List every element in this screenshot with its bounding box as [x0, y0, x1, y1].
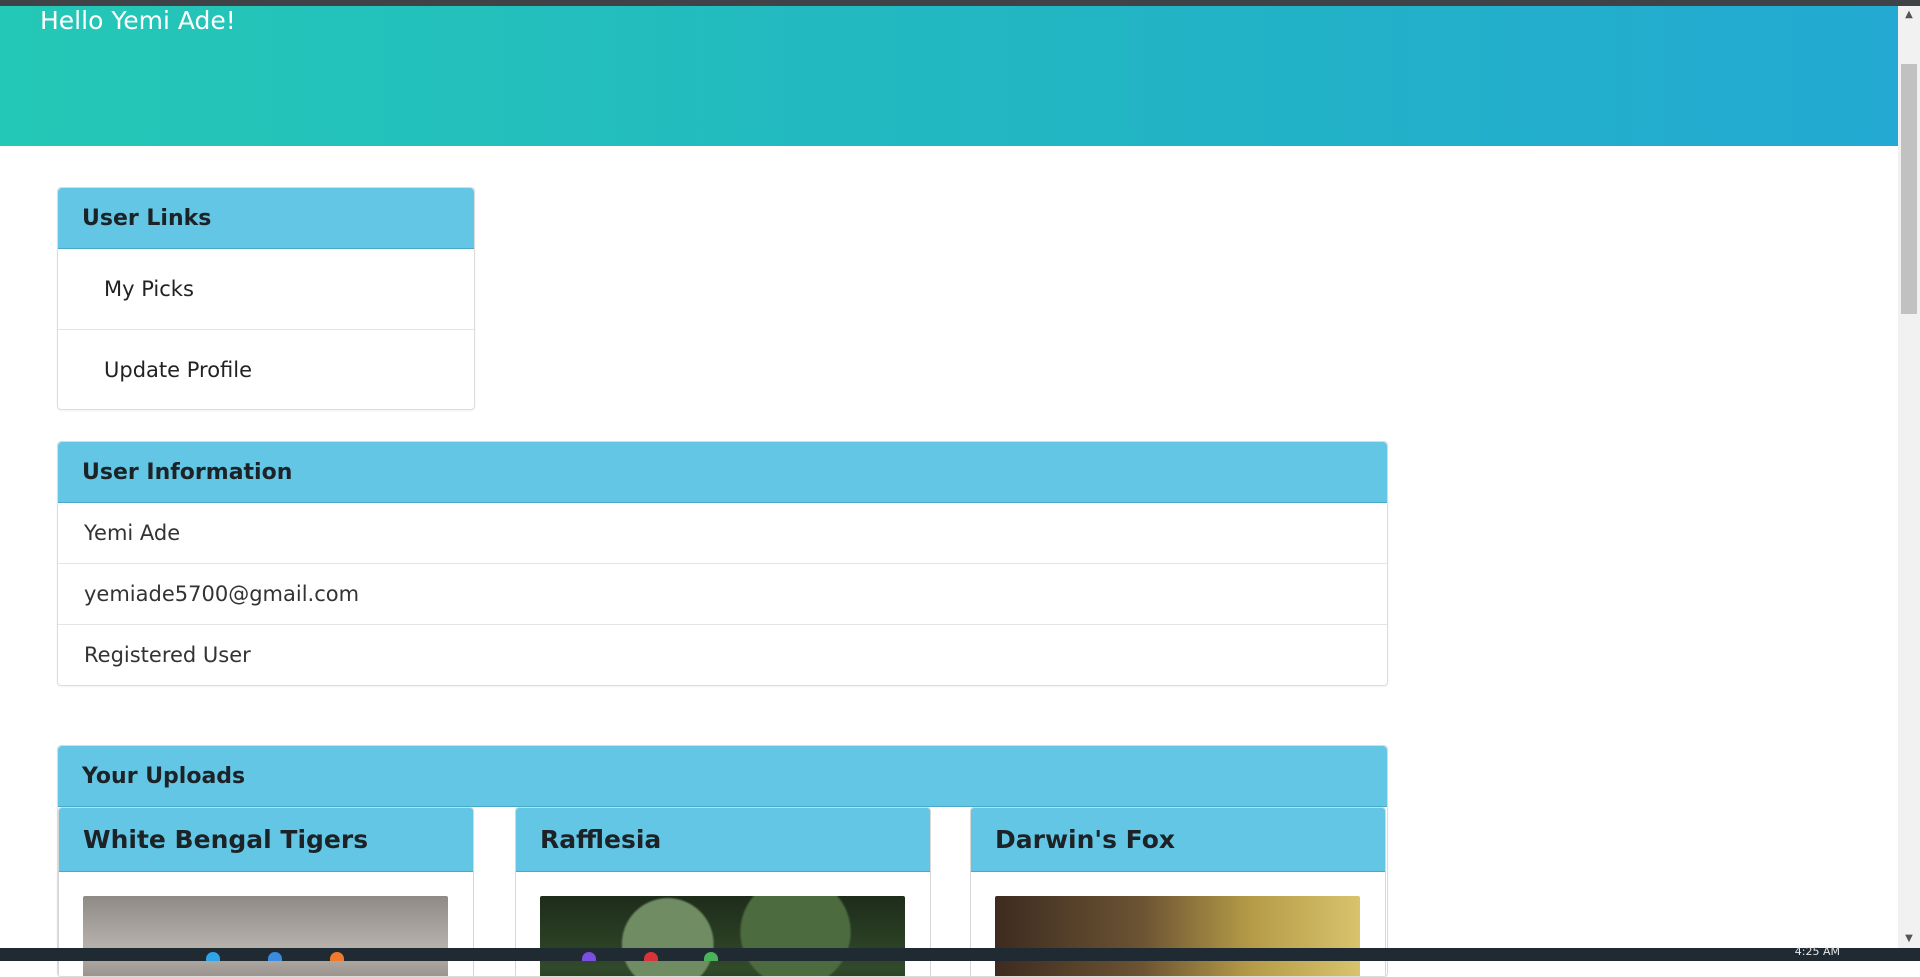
upload-image[interactable]: [995, 896, 1360, 976]
user-role: Registered User: [58, 624, 1387, 685]
user-information-title: User Information: [58, 442, 1387, 503]
your-uploads-title: Your Uploads: [58, 746, 1387, 807]
upload-card-title: Darwin's Fox: [971, 808, 1385, 872]
scroll-down-icon[interactable]: ▼: [1898, 930, 1920, 948]
user-information-panel: User Information Yemi Ade yemiade5700@gm…: [57, 441, 1388, 686]
user-links-panel: User Links My Picks Update Profile: [57, 187, 475, 410]
scroll-up-icon[interactable]: ▲: [1898, 6, 1920, 24]
user-name: Yemi Ade: [84, 521, 181, 545]
taskbar-clock[interactable]: 4:25 AM: [1795, 945, 1840, 958]
my-picks-link[interactable]: My Picks: [58, 249, 474, 329]
your-uploads-panel: Your Uploads White Bengal Tigers Raffles…: [57, 745, 1388, 977]
upload-card-title: Rafflesia: [516, 808, 930, 872]
browser-icon[interactable]: [206, 952, 220, 961]
taskbar-app-icon[interactable]: [582, 952, 596, 961]
taskbar-app-icon[interactable]: [330, 952, 344, 961]
taskbar-app-icon[interactable]: [268, 952, 282, 961]
user-links-title: User Links: [58, 188, 474, 249]
vertical-scrollbar[interactable]: ▲ ▼: [1898, 6, 1920, 948]
taskbar-app-icon[interactable]: [644, 952, 658, 961]
taskbar-app-icon[interactable]: [704, 952, 718, 961]
upload-card-title: White Bengal Tigers: [59, 808, 473, 872]
upload-image[interactable]: [540, 896, 905, 976]
scrollbar-thumb[interactable]: [1901, 64, 1917, 314]
greeting-text: Hello Yemi Ade!: [40, 6, 236, 35]
header-banner: Hello Yemi Ade!: [0, 6, 1898, 146]
os-taskbar: 4:25 AM: [0, 945, 1920, 961]
user-email: yemiade5700@gmail.com: [58, 563, 1387, 624]
upload-image[interactable]: [83, 896, 448, 976]
update-profile-link[interactable]: Update Profile: [58, 329, 474, 410]
